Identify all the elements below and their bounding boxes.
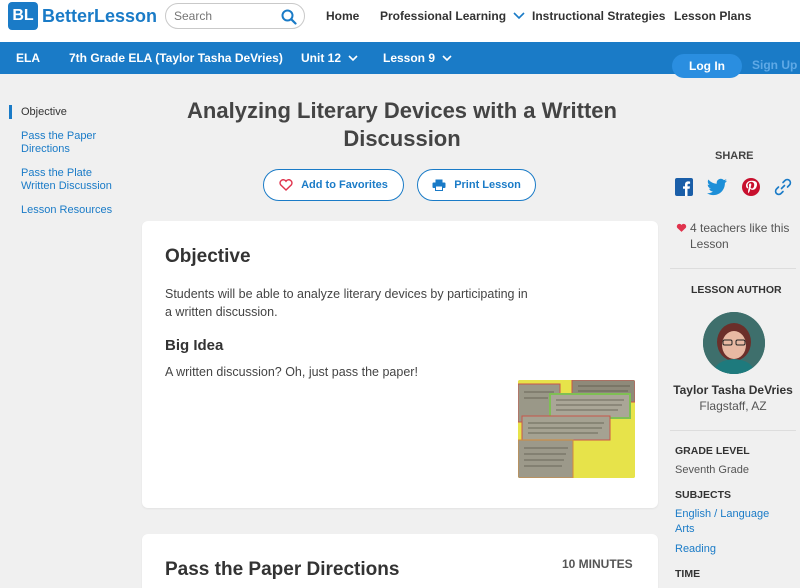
login-button[interactable]: Log In	[672, 54, 742, 78]
betterlesson-logo[interactable]: BL BetterLesson	[8, 2, 157, 30]
leftnav-active-indicator	[9, 105, 12, 119]
objective-heading: Objective	[165, 246, 251, 267]
link-icon[interactable]	[773, 177, 793, 197]
leftnav-item-pass-the-paper[interactable]: Pass the Paper Directions	[21, 130, 126, 156]
nav-lesson-plans[interactable]: Lesson Plans	[674, 9, 751, 23]
add-to-favorites-label: Add to Favorites	[301, 179, 388, 191]
lesson-author-heading: LESSON AUTHOR	[691, 284, 782, 296]
nav-instructional-strategies[interactable]: Instructional Strategies	[532, 9, 665, 23]
search-input[interactable]	[174, 9, 278, 23]
author-location: Flagstaff, AZ	[699, 399, 767, 413]
sidebar-divider	[670, 430, 796, 431]
leftnav-item-objective[interactable]: Objective	[21, 106, 126, 119]
big-idea-image[interactable]	[518, 380, 635, 478]
top-header: BL BetterLesson Home Professional Learni…	[0, 0, 800, 42]
breadcrumb-item-ela[interactable]: ELA	[16, 51, 40, 65]
search-icon[interactable]	[281, 9, 297, 25]
author-avatar[interactable]	[703, 312, 765, 374]
time-heading: TIME	[675, 568, 701, 580]
page-title: Analyzing Literary Devices with a Writte…	[187, 98, 617, 151]
facebook-icon[interactable]	[674, 177, 694, 197]
twitter-icon[interactable]	[706, 177, 728, 197]
grade-level-heading: GRADE LEVEL	[675, 445, 750, 457]
nav-home[interactable]: Home	[326, 9, 359, 23]
breadcrumb-lesson-label: Lesson 9	[383, 51, 436, 65]
subject-link-ela[interactable]: English / Language Arts	[675, 507, 785, 537]
subject-link-reading[interactable]: Reading	[675, 542, 795, 557]
author-name[interactable]: Taylor Tasha DeVries	[670, 383, 796, 397]
breadcrumb-item-lesson[interactable]: Lesson 9	[383, 51, 452, 65]
printer-icon	[432, 179, 446, 191]
breadcrumb-item-course[interactable]: 7th Grade ELA (Taylor Tasha DeVries)	[69, 51, 283, 65]
pass-the-paper-heading: Pass the Paper Directions	[165, 559, 400, 580]
section-duration: 10 MINUTES	[562, 557, 633, 571]
chevron-down-icon	[442, 55, 452, 62]
big-idea-text: A written discussion? Oh, just pass the …	[165, 365, 418, 379]
logo-text: BetterLesson	[42, 5, 158, 26]
objective-text: Students will be able to analyze literar…	[165, 287, 528, 319]
subjects-heading: SUBJECTS	[675, 489, 732, 501]
likes-count: 4 teachers like this Lesson	[676, 220, 796, 252]
nav-professional-learning-label: Professional Learning	[380, 9, 507, 23]
add-to-favorites-button[interactable]: Add to Favorites	[263, 169, 404, 201]
print-lesson-button[interactable]: Print Lesson	[417, 169, 536, 201]
pass-the-paper-card: Pass the Paper Directions 10 MINUTES	[142, 534, 658, 588]
search-box	[165, 3, 305, 29]
chevron-down-icon	[348, 55, 358, 62]
leftnav-item-pass-the-plate[interactable]: Pass the Plate Written Discussion	[21, 167, 126, 193]
likes-text: 4 teachers like this Lesson	[690, 221, 790, 251]
print-lesson-label: Print Lesson	[454, 179, 521, 191]
nav-professional-learning[interactable]: Professional Learning	[380, 9, 525, 23]
breadcrumb-unit-label: Unit 12	[301, 51, 342, 65]
logo-mark: BL	[8, 2, 38, 30]
breadcrumb-item-unit[interactable]: Unit 12	[301, 51, 358, 65]
leftnav-item-lesson-resources[interactable]: Lesson Resources	[21, 204, 126, 217]
grade-level-value: Seventh Grade	[675, 464, 749, 476]
share-heading: SHARE	[715, 150, 754, 162]
heart-icon	[676, 223, 687, 232]
signup-link[interactable]: Sign Up	[752, 58, 797, 72]
sidebar-divider	[670, 268, 796, 269]
big-idea-heading: Big Idea	[165, 337, 224, 354]
heart-icon	[279, 179, 293, 191]
chevron-down-icon	[513, 12, 525, 20]
pinterest-icon[interactable]	[741, 177, 761, 197]
